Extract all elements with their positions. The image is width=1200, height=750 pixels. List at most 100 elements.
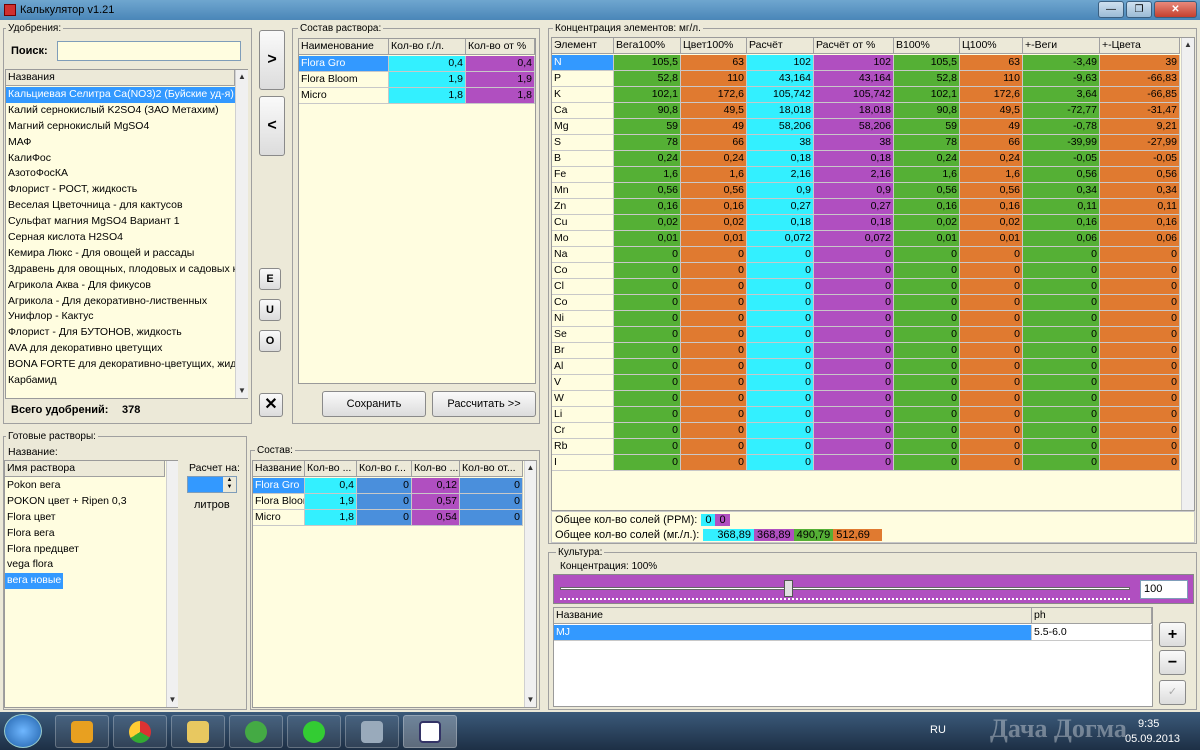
concentration-row[interactable]: Co 0 0 0 0 0 0 0 0: [552, 263, 1180, 279]
composition-pct[interactable]: 0,4: [466, 56, 535, 72]
sostav-row[interactable]: Flora Bloom1,900,570: [253, 494, 523, 510]
sostav-scrollbar[interactable]: ▲ ▼: [524, 461, 536, 707]
concentration-row[interactable]: V00000000: [552, 375, 1180, 391]
sostav-col-2[interactable]: Кол-во г...: [357, 461, 412, 476]
slider-thumb[interactable]: [784, 580, 793, 597]
fertilizer-item[interactable]: Калий сернокислый K2SO4 (ЗАО Метахим): [6, 103, 235, 119]
ready-solution-item[interactable]: Flora вега: [5, 526, 165, 542]
taskbar-chrome[interactable]: [113, 715, 167, 748]
fertilizer-item[interactable]: Агрикола Аква - Для фикусов: [6, 278, 235, 294]
add-culture-button[interactable]: +: [1159, 622, 1186, 647]
ready-solution-item[interactable]: POKON цвет + Ripen 0,3: [5, 494, 165, 510]
concentration-row[interactable]: Cr 0 0 0 0 0 0 0 0: [552, 423, 1180, 439]
fertilizer-item[interactable]: Агрикола - Для декоративно-лиственных: [6, 294, 235, 310]
clear-button[interactable]: ✕: [259, 393, 283, 417]
conc-col-header[interactable]: Расчёт от %: [814, 38, 894, 53]
composition-row[interactable]: Flora Bloom 1,9 1,9: [299, 72, 535, 88]
ready-solution-item[interactable]: Pokon вега: [5, 478, 165, 494]
language-indicator[interactable]: RU: [930, 724, 946, 736]
spinner-arrows-icon[interactable]: ▲ ▼: [223, 477, 236, 492]
fertilizer-item[interactable]: AVA для декоративно цветущих: [6, 341, 235, 357]
culture-row[interactable]: MJ 5.5-6.0: [554, 625, 1152, 641]
concentration-row[interactable]: Se 0 0 0 0 0 0 0 0: [552, 327, 1180, 343]
u-button[interactable]: U: [259, 299, 281, 321]
scroll-down-icon[interactable]: ▼: [525, 693, 536, 707]
e-button[interactable]: E: [259, 268, 281, 290]
liters-spinner[interactable]: ▲ ▼: [187, 476, 237, 493]
scroll-up-icon[interactable]: ▲: [525, 461, 536, 475]
taskbar-media-player[interactable]: [55, 715, 109, 748]
concentration-row[interactable]: K 102,1 172,6 105,742 105,742 102,1 172,6 3,64-…: [552, 87, 1180, 103]
ready-scrollbar[interactable]: ▼: [166, 461, 178, 707]
concentration-row[interactable]: Br 0 0 0 0 0 0 0 0: [552, 343, 1180, 359]
clock-time[interactable]: 9:35: [1138, 718, 1159, 730]
concentration-row[interactable]: S 78 66 38 38 78 66 -39,99 -27,99: [552, 135, 1180, 151]
conc-col-header[interactable]: Элемент: [552, 38, 614, 53]
concentration-row[interactable]: Co 0 0 0 0 0 0 0 0: [552, 295, 1180, 311]
concentration-row[interactable]: I00000000: [552, 455, 1180, 471]
conc-col-header[interactable]: В100%: [894, 38, 960, 53]
ready-solution-item[interactable]: вега новые: [5, 573, 64, 590]
slider-track[interactable]: [560, 587, 1130, 590]
col-pct-header[interactable]: Кол-во от %: [466, 39, 535, 54]
close-button[interactable]: ✕: [1154, 1, 1197, 18]
save-button[interactable]: Сохранить: [322, 391, 426, 417]
fertilizers-scrollbar[interactable]: ▲ ▼: [235, 70, 248, 398]
edit-culture-button[interactable]: ✓: [1159, 680, 1186, 705]
search-input[interactable]: [57, 41, 241, 61]
remove-fertilizer-button[interactable]: <: [259, 96, 285, 156]
fertilizer-item[interactable]: Флорист - РОСТ, жидкость: [6, 182, 235, 198]
concentration-row[interactable]: Rb 0 0 0 0 0 0 0 0: [552, 439, 1180, 455]
conc-col-header[interactable]: Расчёт: [747, 38, 814, 53]
conc-col-header[interactable]: Ц100%: [960, 38, 1023, 53]
concentration-row[interactable]: Mn 0,56 0,56 0,9 0,9 0,56 0,56 0,34 0,34: [552, 183, 1180, 199]
fertilizer-item[interactable]: Веселая Цветочница - для кактусов: [6, 198, 235, 214]
fertilizer-item[interactable]: Магний сернокислый MgSO4: [6, 119, 235, 135]
composition-row[interactable]: Micro 1,8 1,8: [299, 88, 535, 104]
concentration-row[interactable]: N 105,5 63 102 102 105,5 63 -3,49 39: [552, 55, 1180, 71]
ready-solution-item[interactable]: Flora предцвет: [5, 542, 165, 558]
fertilizer-item[interactable]: Кальциевая Селитра Ca(NO3)2 (Буйские уд-…: [6, 87, 235, 103]
taskbar-utorrent[interactable]: [229, 715, 283, 748]
start-button[interactable]: [4, 714, 42, 748]
fertilizer-item[interactable]: Унифлор - Кактус: [6, 309, 235, 325]
maximize-button[interactable]: ❐: [1126, 1, 1152, 18]
ready-solution-item[interactable]: Flora цвет: [5, 510, 165, 526]
minimize-button[interactable]: —: [1098, 1, 1124, 18]
concentration-row[interactable]: Mo 0,01 0,01 0,072 0,072 0,01 0,01 0,06 0,06: [552, 231, 1180, 247]
taskbar-app[interactable]: [403, 715, 457, 748]
concentration-input[interactable]: 100: [1140, 580, 1188, 599]
concentration-row[interactable]: W00000000: [552, 391, 1180, 407]
concentration-row[interactable]: Cl 0 0 0 0 0 0 0 0: [552, 279, 1180, 295]
fertilizer-item[interactable]: Флорист - Для БУТОНОВ, жидкость: [6, 325, 235, 341]
fertilizer-item[interactable]: АзотоФосКА: [6, 166, 235, 182]
sostav-col-1[interactable]: Кол-во ...: [305, 461, 357, 476]
sostav-col-4[interactable]: Кол-во от...: [460, 461, 523, 476]
fertilizer-item[interactable]: BONA FORTE для декоративно-цветущих, жид: [6, 357, 235, 373]
scroll-up-icon[interactable]: ▲: [236, 70, 248, 84]
concentration-row[interactable]: P 52,8 110 43,164 43,164 52,8 110 -9,63 -66,83: [552, 71, 1180, 87]
concentration-row[interactable]: Al 0 0 0 0 0 0 0 0: [552, 359, 1180, 375]
composition-g[interactable]: 0,4: [389, 56, 466, 72]
concentration-scrollbar[interactable]: ▲: [1181, 38, 1194, 510]
column-header-solution-name[interactable]: Имя раствора: [5, 461, 165, 476]
sostav-row[interactable]: Flora Gro 0,4 0 0,12 0: [253, 478, 523, 494]
conc-col-header[interactable]: +-Цвета: [1100, 38, 1180, 53]
conc-col-header[interactable]: +-Веги: [1023, 38, 1100, 53]
fertilizer-item[interactable]: МАФ: [6, 135, 235, 151]
concentration-row[interactable]: Cu 0,02 0,02 0,18 0,18 0,02 0,02 0,16 0,16: [552, 215, 1180, 231]
concentration-row[interactable]: Ca 90,8 49,5 18,018 18,018 90,8 49,5 -72,77 -31,…: [552, 103, 1180, 119]
concentration-row[interactable]: Ni 0 0 0 0 0 0 0 0: [552, 311, 1180, 327]
fertilizer-item[interactable]: Кемира Люкс - Для овощей и рассады: [6, 246, 235, 262]
scroll-down-icon[interactable]: ▼: [236, 384, 248, 398]
taskbar-calculator[interactable]: [345, 715, 399, 748]
ready-solution-item[interactable]: vega flora: [5, 557, 165, 573]
composition-g[interactable]: 1,8: [389, 88, 466, 104]
fertilizer-item[interactable]: КалиФос: [6, 151, 235, 167]
taskbar-explorer[interactable]: [171, 715, 225, 748]
sostav-col-name[interactable]: Название: [253, 461, 305, 476]
taskbar-icq[interactable]: [287, 715, 341, 748]
culture-col-name[interactable]: Название: [554, 608, 1032, 623]
composition-g[interactable]: 1,9: [389, 72, 466, 88]
fertilizer-item[interactable]: Сульфат магния MgSO4 Вариант 1: [6, 214, 235, 230]
